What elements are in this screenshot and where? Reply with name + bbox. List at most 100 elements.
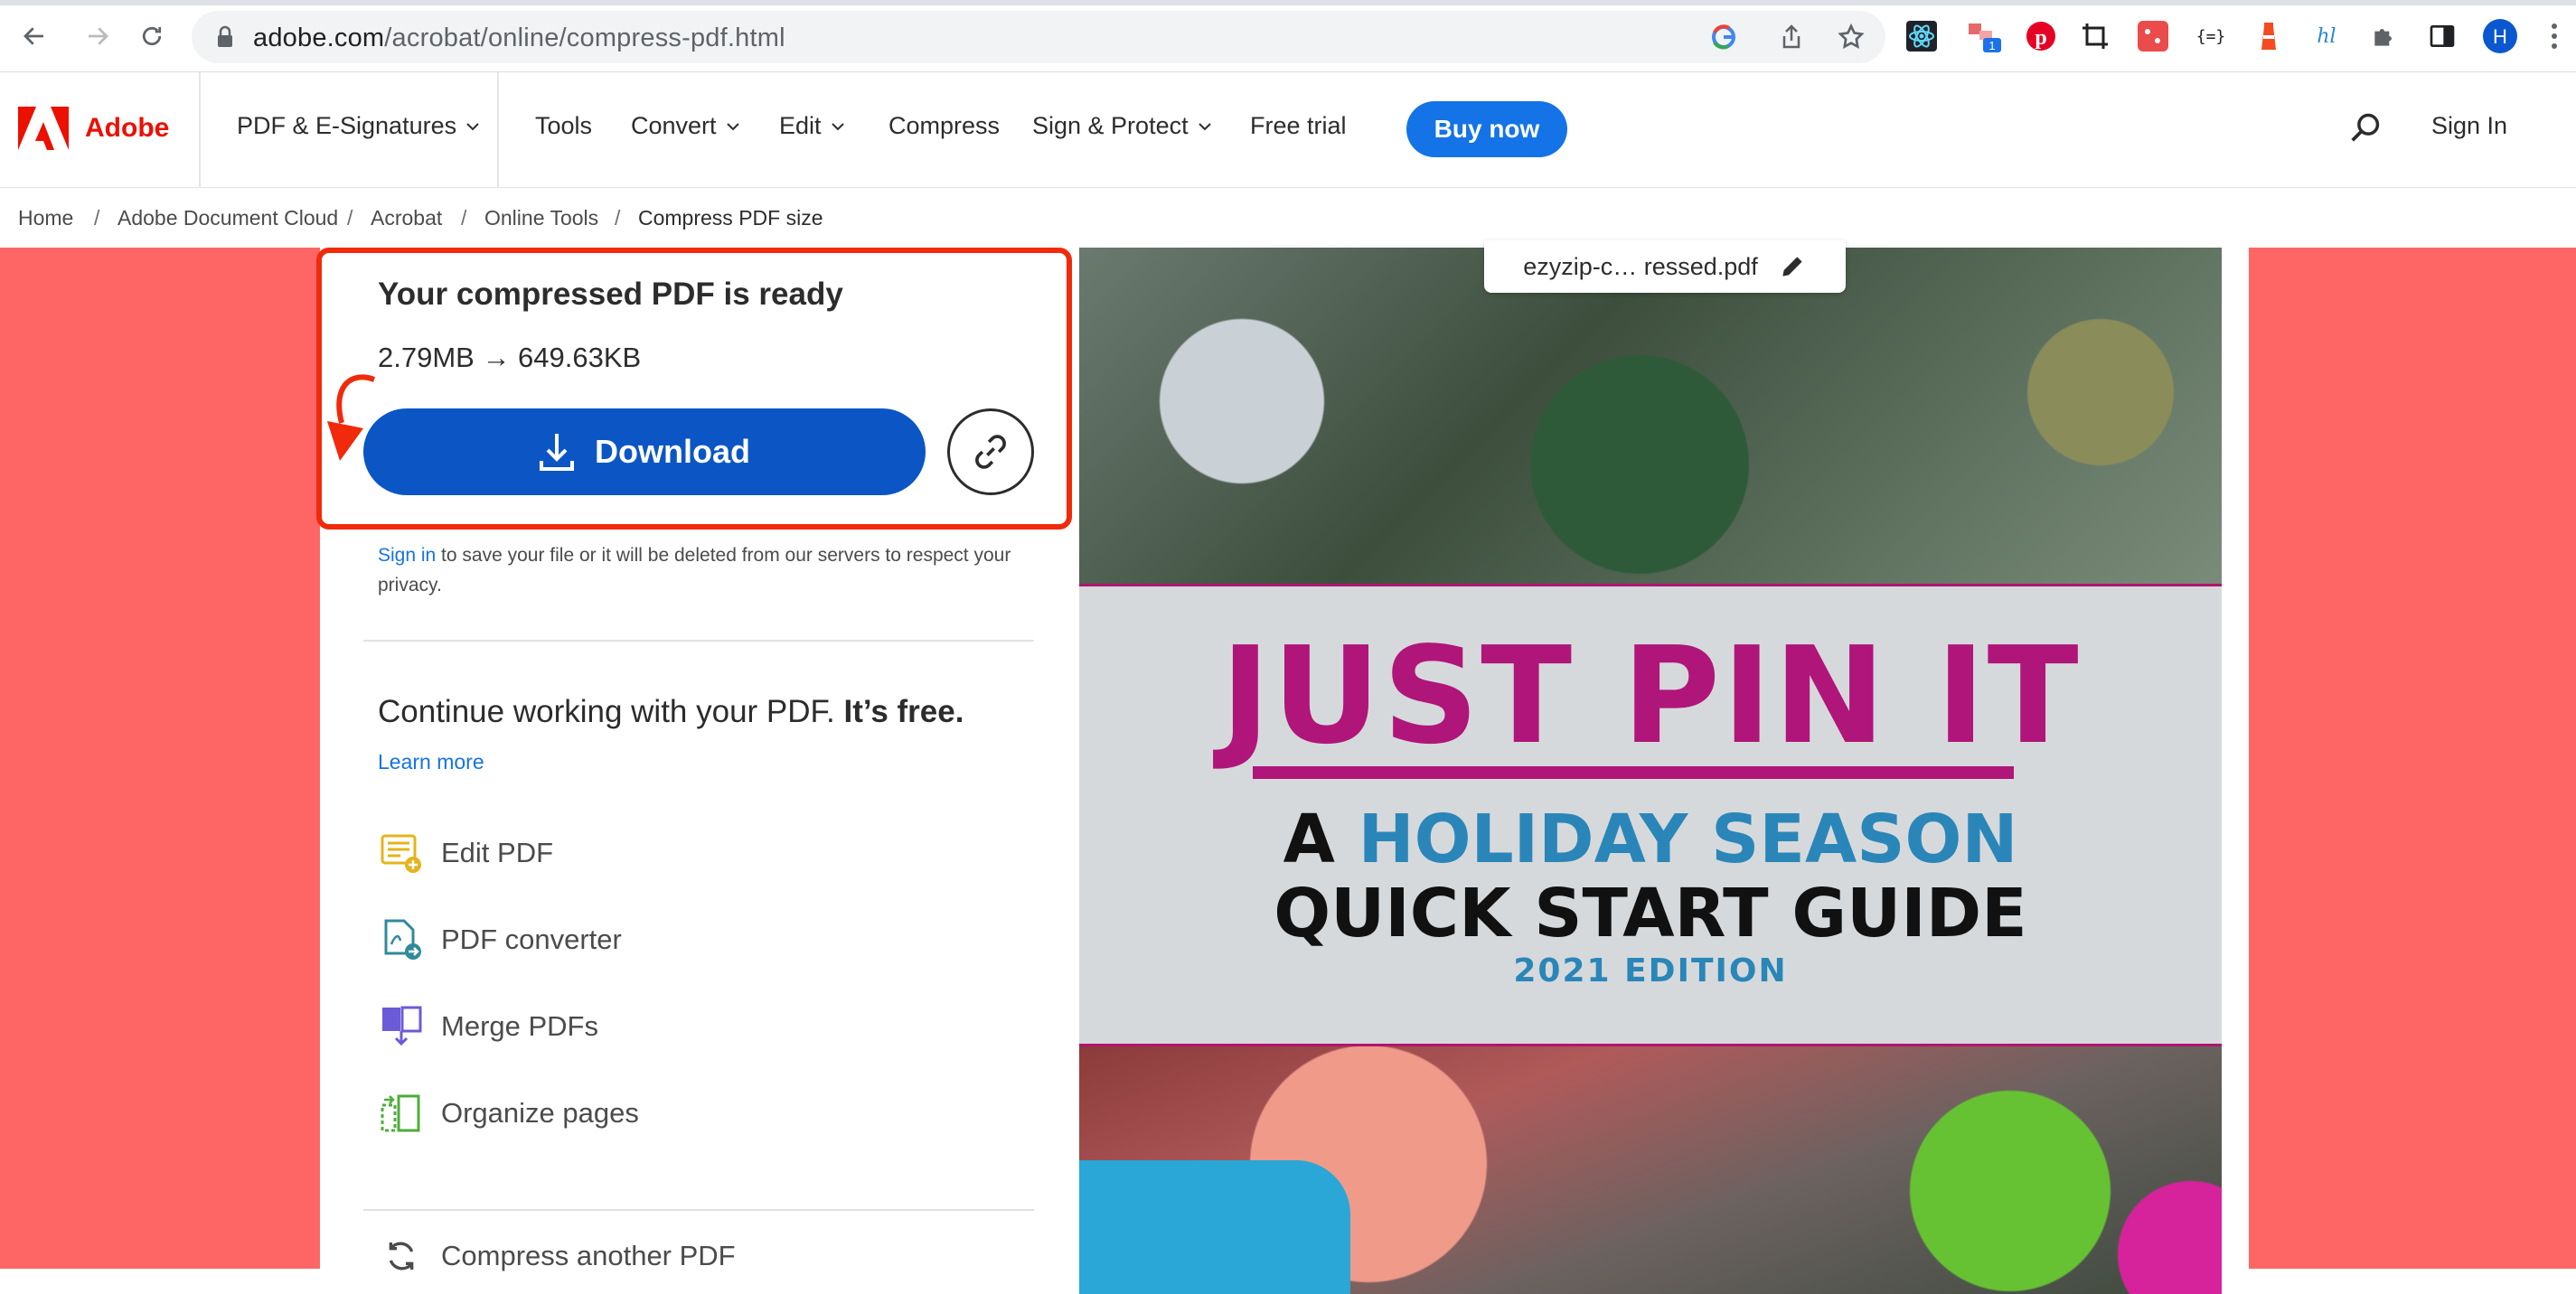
google-icon[interactable] [1710,23,1737,55]
pencil-icon[interactable] [1778,252,1807,281]
tool-merge-pdfs[interactable]: Merge PDFs [378,1003,598,1050]
buy-now-button[interactable]: Buy now [1406,101,1567,157]
adobe-logo[interactable]: Adobe [18,107,169,150]
pdf-preview: JUST PIN IT A HOLIDAY SEASON QUICK START… [1079,248,2222,1294]
pinterest-icon[interactable]: p [2023,18,2059,54]
nav-convert[interactable]: Convert [631,112,740,140]
nav-label: Convert [631,112,717,139]
bookmark-star-icon[interactable] [1837,23,1866,56]
share-icon[interactable] [1779,23,1804,55]
nav-compress[interactable]: Compress [888,112,1000,140]
lighthouse-icon[interactable] [2251,18,2287,54]
cover-photo-spool [1079,1160,1350,1294]
back-icon[interactable] [16,18,52,54]
file-name: ezyzip-c… ressed.pdf [1523,252,1758,280]
breadcrumb-home[interactable]: Home [18,206,73,230]
download-icon [540,434,574,471]
menu-kebab-icon[interactable] [2536,18,2572,54]
compress-another-button[interactable]: Compress another PDF [378,1233,736,1280]
react-devtools-icon[interactable] [1904,18,1940,54]
browser-toolbar: adobe.com/acrobat/online/compress-pdf.ht… [0,0,2576,72]
screenshot-crop-icon[interactable] [2077,18,2113,54]
tool-label: PDF converter [441,924,622,955]
chevron-down-icon [466,122,479,130]
cover-title: JUST PIN IT [1220,618,2081,774]
cover-subtitle-b: HOLIDAY SEASON [1358,801,2018,878]
sign-in-label: Sign In [2431,112,2508,139]
tool-label: Edit PDF [441,837,554,868]
chevron-down-icon [831,122,844,130]
sign-in-link[interactable]: Sign In [2431,112,2507,140]
size-change: 2.79MB → 649.63KB [378,342,642,373]
tab-strip-edge [0,0,2576,5]
organize-pages-icon [378,1090,425,1137]
link-icon [975,435,1006,469]
side-panel-icon[interactable] [2424,18,2460,54]
copy-link-button[interactable] [947,408,1034,495]
adobe-logo-icon [18,107,69,150]
breadcrumb-online-tools[interactable]: Online Tools [484,206,598,230]
breadcrumb-separator: / [615,206,621,230]
tool-organize-pages[interactable]: Organize pages [378,1090,639,1137]
cover-rule [1253,766,2014,779]
tool-edit-pdf[interactable]: Edit PDF [378,830,553,877]
svg-text:hl: hl [2317,25,2336,48]
adobe-brand-text: Adobe [85,113,170,143]
header-divider [497,72,499,188]
compress-another-label: Compress another PDF [441,1240,736,1271]
forward-icon[interactable] [80,18,116,54]
profile-avatar[interactable]: H [2482,18,2518,54]
json-formatter-icon[interactable]: {=} [2193,18,2229,54]
svg-text:1: 1 [1988,39,1995,52]
continue-heading: Continue working with your PDF. It’s fre… [378,694,964,730]
nav-label: Compress [888,112,1001,139]
breadcrumb-document-cloud[interactable]: Adobe Document Cloud [118,206,338,230]
breadcrumb-separator: / [94,206,100,230]
cover-subtitle-1: A HOLIDAY SEASON [1079,801,2222,878]
red-extension-icon[interactable] [2135,18,2171,54]
refresh-icon [378,1233,425,1280]
breadcrumb-separator: / [347,206,353,230]
chevron-down-icon [1198,122,1211,130]
edit-pdf-icon [378,830,425,877]
nav-sign-protect[interactable]: Sign & Protect [1032,112,1212,140]
divider [363,640,1034,642]
svg-text:p: p [2035,26,2046,50]
url-text: adobe.com/acrobat/online/compress-pdf.ht… [253,23,785,52]
cover-photo-top [1079,248,2222,584]
nav-edit[interactable]: Edit [779,112,845,140]
address-bar[interactable]: adobe.com/acrobat/online/compress-pdf.ht… [192,11,1885,63]
nav-label: Free trial [1250,112,1347,139]
nav-label: Edit [779,112,822,139]
handwriting-extension-icon[interactable]: hl [2308,18,2345,54]
download-button[interactable]: Download [363,408,926,495]
header-divider [199,72,201,188]
breadcrumb-separator: / [461,206,467,230]
nav-tools[interactable]: Tools [535,112,592,140]
tool-label: Organize pages [441,1097,639,1129]
lock-icon [215,25,235,53]
reload-icon[interactable] [134,18,170,54]
divider [363,1209,1034,1211]
extensions-puzzle-icon[interactable] [2366,18,2402,54]
nav-pdf-esignatures[interactable]: PDF & E-Signatures [237,112,480,140]
learn-more-link[interactable]: Learn more [378,750,484,774]
extension-badge-icon[interactable]: 1 [1967,18,2003,54]
file-name-tab[interactable]: ezyzip-c… ressed.pdf [1484,240,1846,293]
cover-edition: 2021 EDITION [1513,952,1788,989]
signin-note-text: to save your file or it will be deleted … [378,545,1011,595]
svg-text:{=}: {=} [2196,27,2226,46]
site-header: Adobe PDF & E-Signatures Tools Convert E… [0,72,2576,188]
nav-label: Sign & Protect [1032,112,1189,139]
tool-label: Merge PDFs [441,1010,598,1042]
breadcrumb-acrobat[interactable]: Acrobat [371,206,442,230]
pdf-converter-icon [378,916,425,963]
cover-subtitle-2: QUICK START GUIDE [1274,875,2027,952]
breadcrumb-current: Compress PDF size [638,206,823,230]
merge-pdfs-icon [378,1003,425,1050]
signin-note-link[interactable]: Sign in [378,545,436,566]
download-label: Download [595,433,750,470]
nav-free-trial[interactable]: Free trial [1250,112,1347,140]
search-icon[interactable] [2348,110,2383,149]
tool-pdf-converter[interactable]: PDF converter [378,916,622,963]
